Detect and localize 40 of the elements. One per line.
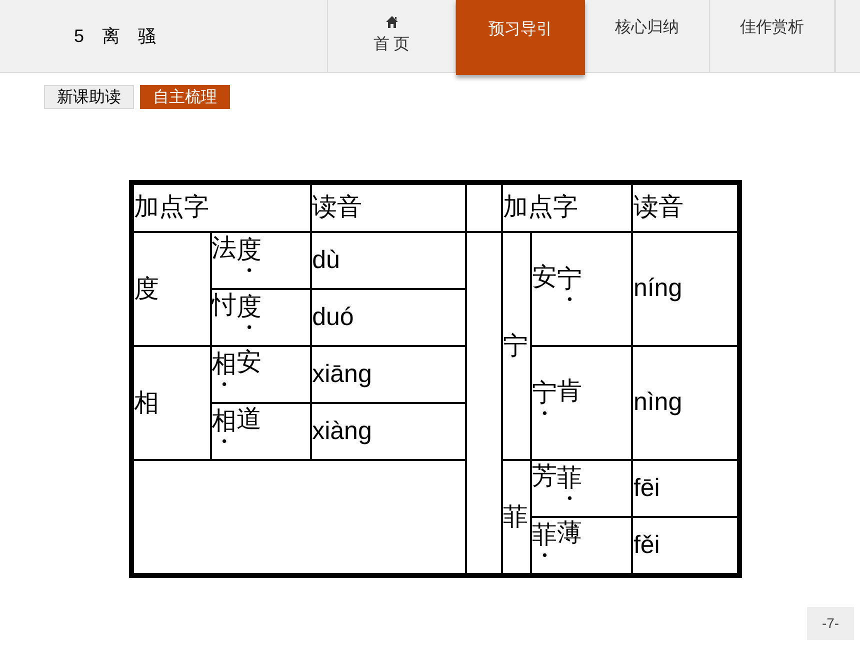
character-cell: 宁 [502, 331, 528, 360]
pinyin-cell: nìng [633, 388, 682, 416]
pinyin-cell: dù [312, 246, 340, 274]
character-cell: 菲 [502, 502, 528, 532]
word-character: 相 [212, 348, 237, 380]
pinyin-cell: xiàng [312, 416, 372, 445]
column-header: 加点字 [134, 193, 209, 222]
pinyin-cell: xiāng [312, 360, 372, 388]
word-character: 相 [212, 405, 237, 437]
home-icon [384, 15, 398, 29]
column-header: 读音 [633, 193, 684, 222]
pinyin-cell: níng [633, 274, 682, 302]
nav-tab[interactable]: 核心归纳 [585, 0, 710, 72]
word-character: 宁 [532, 376, 557, 408]
nav-tab[interactable]: 佳作赏析 [710, 0, 835, 72]
word-character: 忖 [212, 290, 237, 321]
pinyin-cell: fěi [633, 530, 660, 559]
lesson-title: 5 离 骚 [74, 24, 156, 48]
word-character: 法 [212, 233, 237, 264]
character-cell: 度 [134, 274, 159, 304]
column-header: 读音 [312, 193, 362, 222]
pinyin-cell: duó [312, 302, 354, 331]
word-character: 芳 [532, 461, 557, 492]
word-character: 菲 [556, 462, 582, 494]
word-character: 薄 [556, 518, 582, 549]
page-number: -7- [807, 607, 854, 640]
pinyin-cell: fēi [633, 474, 660, 502]
character-cell: 相 [134, 388, 159, 418]
word-character: 道 [236, 404, 262, 435]
word-character: 度 [236, 234, 262, 266]
sub-tab[interactable]: 自主梳理 [140, 85, 230, 109]
word-character: 宁 [556, 262, 582, 294]
nav-tab[interactable]: 预习导引 [456, 0, 585, 75]
word-character: 安 [236, 347, 262, 378]
word-character: 菲 [532, 519, 557, 551]
word-character: 度 [236, 291, 262, 323]
sub-tab[interactable]: 新课助读 [44, 85, 134, 109]
word-character: 肯 [556, 376, 582, 406]
word-character: 安 [532, 262, 557, 292]
column-header: 加点字 [502, 193, 578, 222]
